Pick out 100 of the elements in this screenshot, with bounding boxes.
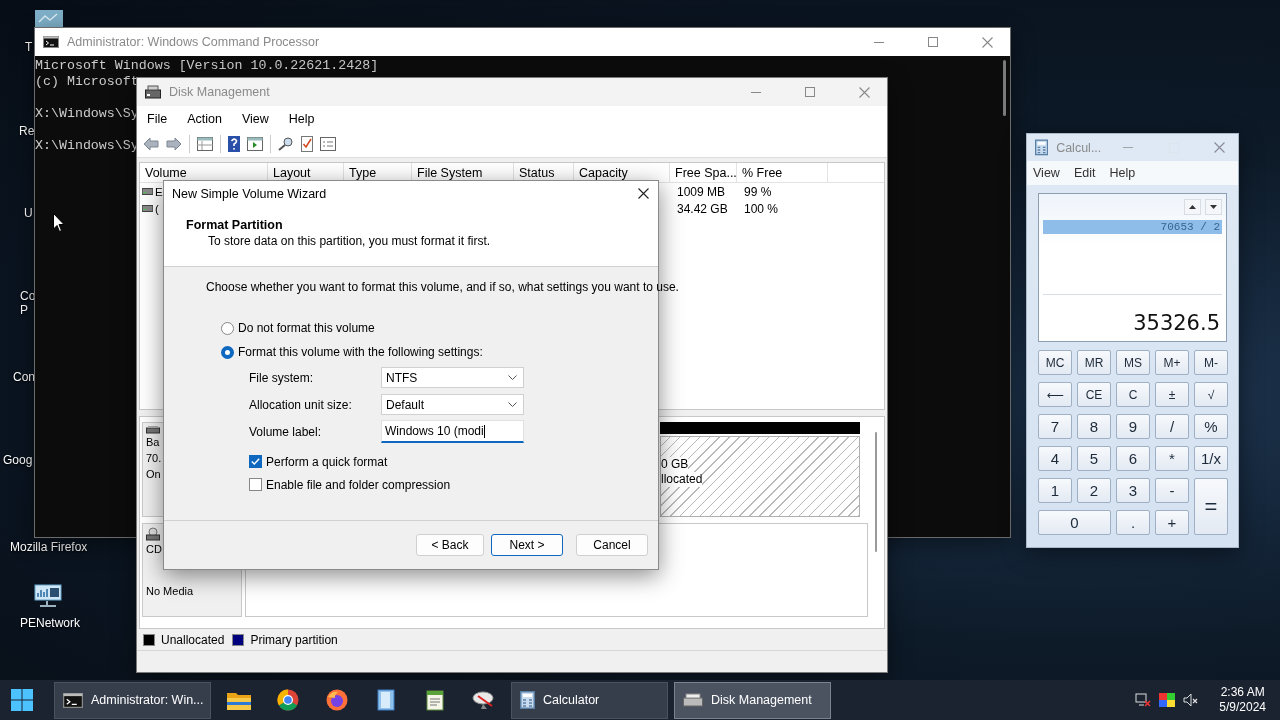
disk-info-text: Ba: [146, 435, 161, 450]
table-cell: 99 %: [744, 184, 772, 199]
calculator-key[interactable]: 0: [1038, 510, 1111, 535]
calculator-key[interactable]: 1: [1038, 478, 1072, 503]
menu-item[interactable]: View: [241, 111, 269, 126]
desktop-icon-label[interactable]: PENetwork: [20, 616, 81, 630]
dialog-button[interactable]: Cancel: [576, 534, 648, 556]
checkbox[interactable]: [249, 478, 262, 491]
calculator-key[interactable]: +: [1155, 510, 1189, 535]
desktop-icon-label[interactable]: U: [24, 206, 33, 220]
calculator-key[interactable]: .: [1116, 510, 1150, 535]
calculator-key[interactable]: M-: [1194, 350, 1228, 375]
network-error-icon[interactable]: [1135, 693, 1152, 707]
folder-icon[interactable]: [226, 690, 251, 710]
calculator-key[interactable]: 3: [1116, 478, 1150, 503]
calculator-key[interactable]: -: [1155, 478, 1189, 503]
scrollbar-thumb[interactable]: [1003, 60, 1006, 116]
panel-icon[interactable]: [247, 137, 263, 151]
table-cell: (: [155, 202, 159, 215]
radio-label[interactable]: Format this volume with the following settings:: [238, 345, 483, 359]
maximize-icon[interactable]: [928, 37, 938, 47]
speaker-muted-icon[interactable]: [1183, 693, 1200, 707]
calculator-icon: [1035, 139, 1049, 156]
browser-icon[interactable]: [276, 689, 299, 711]
column-header[interactable]: % Free: [737, 163, 828, 182]
notepad-icon[interactable]: [425, 689, 444, 711]
dialog-button[interactable]: Next >: [491, 534, 563, 556]
radio-button[interactable]: [221, 321, 234, 335]
calculator-key[interactable]: M+: [1155, 350, 1189, 375]
calculator-key[interactable]: √: [1194, 382, 1228, 407]
desktop-icon-label[interactable]: P: [20, 303, 28, 317]
calculator-key[interactable]: MC: [1038, 350, 1072, 375]
display-color-icon[interactable]: [1159, 693, 1176, 707]
start-icon[interactable]: [11, 689, 33, 711]
radio-label[interactable]: Do not format this volume: [238, 321, 375, 335]
checklist-icon[interactable]: [301, 136, 313, 152]
calculator-key[interactable]: MR: [1077, 350, 1111, 375]
scroll-down-button[interactable]: [1205, 199, 1222, 215]
taskbar-button[interactable]: Administrator: Win...: [54, 681, 211, 719]
clock-date[interactable]: 5/9/2024: [1219, 700, 1266, 715]
unallocated-partition[interactable]: 0 GB llocated: [660, 436, 860, 517]
dialog-button[interactable]: < Back: [416, 534, 484, 556]
disk-status-text: No Media: [146, 584, 195, 599]
table-icon[interactable]: [197, 137, 213, 151]
back-arrow-icon[interactable]: [143, 137, 159, 151]
calculator-key[interactable]: /: [1155, 414, 1189, 439]
calculator-key[interactable]: ⟵: [1038, 382, 1072, 407]
desktop-icon-label[interactable]: Mozilla Firefox: [10, 540, 88, 554]
calculator-key[interactable]: ±: [1155, 382, 1189, 407]
menu-item[interactable]: File: [147, 111, 168, 126]
desktop-icon-label[interactable]: Con: [13, 370, 35, 384]
taskbar-button[interactable]: Calculator: [511, 681, 668, 719]
minimize-icon[interactable]: [751, 91, 761, 93]
magnifier-icon[interactable]: [278, 137, 294, 151]
calculator-key[interactable]: CE: [1077, 382, 1111, 407]
calculator-key[interactable]: 1/x: [1194, 446, 1228, 471]
calculator-key[interactable]: =: [1194, 478, 1228, 535]
menu-item[interactable]: View: [1033, 166, 1060, 180]
calculator-key[interactable]: 6: [1116, 446, 1150, 471]
calculator-key[interactable]: *: [1155, 446, 1189, 471]
desktop-icon-label[interactable]: T: [25, 40, 33, 54]
calculator-key[interactable]: 8: [1077, 414, 1111, 439]
desktop-icon-label[interactable]: Goog: [3, 453, 33, 467]
dropdown-field[interactable]: Default: [381, 394, 524, 415]
scrollbar-thumb[interactable]: [875, 432, 877, 552]
input-field[interactable]: Windows 10 (modi: [381, 420, 524, 443]
dropdown-field[interactable]: NTFS: [381, 367, 524, 388]
menu-item[interactable]: Action: [187, 111, 222, 126]
forward-arrow-icon[interactable]: [166, 137, 182, 151]
clock-time[interactable]: 2:36 AM: [1220, 685, 1265, 700]
menu-item[interactable]: Help: [1109, 166, 1136, 180]
result-value: 35326.5: [1133, 311, 1221, 335]
calculator-key[interactable]: 7: [1038, 414, 1072, 439]
taskbar-button[interactable]: Disk Management: [674, 681, 831, 719]
checkbox-label[interactable]: Perform a quick format: [266, 454, 388, 469]
checkbox-label[interactable]: Enable file and folder compression: [266, 477, 451, 492]
minimize-icon[interactable]: [874, 41, 884, 43]
list-window-icon[interactable]: [320, 137, 336, 151]
scroll-up-button[interactable]: [1184, 199, 1201, 215]
notebook-icon[interactable]: [376, 689, 395, 711]
desktop-icon-label[interactable]: Re: [19, 124, 35, 138]
fox-browser-icon[interactable]: [325, 689, 348, 711]
calculator-key[interactable]: 9: [1116, 414, 1150, 439]
calculator-key[interactable]: C: [1116, 382, 1150, 407]
radio-button[interactable]: [221, 345, 234, 359]
calculator-key[interactable]: MS: [1116, 350, 1150, 375]
disk-info-text: 70.: [146, 451, 163, 466]
menu-item[interactable]: Edit: [1073, 166, 1096, 180]
calculator-key[interactable]: 5: [1077, 446, 1111, 471]
menu-item[interactable]: Help: [288, 111, 315, 126]
network-monitor-icon[interactable]: [34, 584, 62, 608]
column-header[interactable]: Free Spa...: [670, 163, 737, 182]
satellite-dish-icon[interactable]: [471, 690, 496, 710]
calculator-key[interactable]: 2: [1077, 478, 1111, 503]
calculator-key[interactable]: 4: [1038, 446, 1072, 471]
checkbox[interactable]: [249, 455, 262, 468]
maximize-icon[interactable]: [805, 87, 815, 97]
help-icon[interactable]: [228, 136, 240, 152]
calculator-key[interactable]: %: [1194, 414, 1228, 439]
close-icon[interactable]: [637, 188, 649, 199]
